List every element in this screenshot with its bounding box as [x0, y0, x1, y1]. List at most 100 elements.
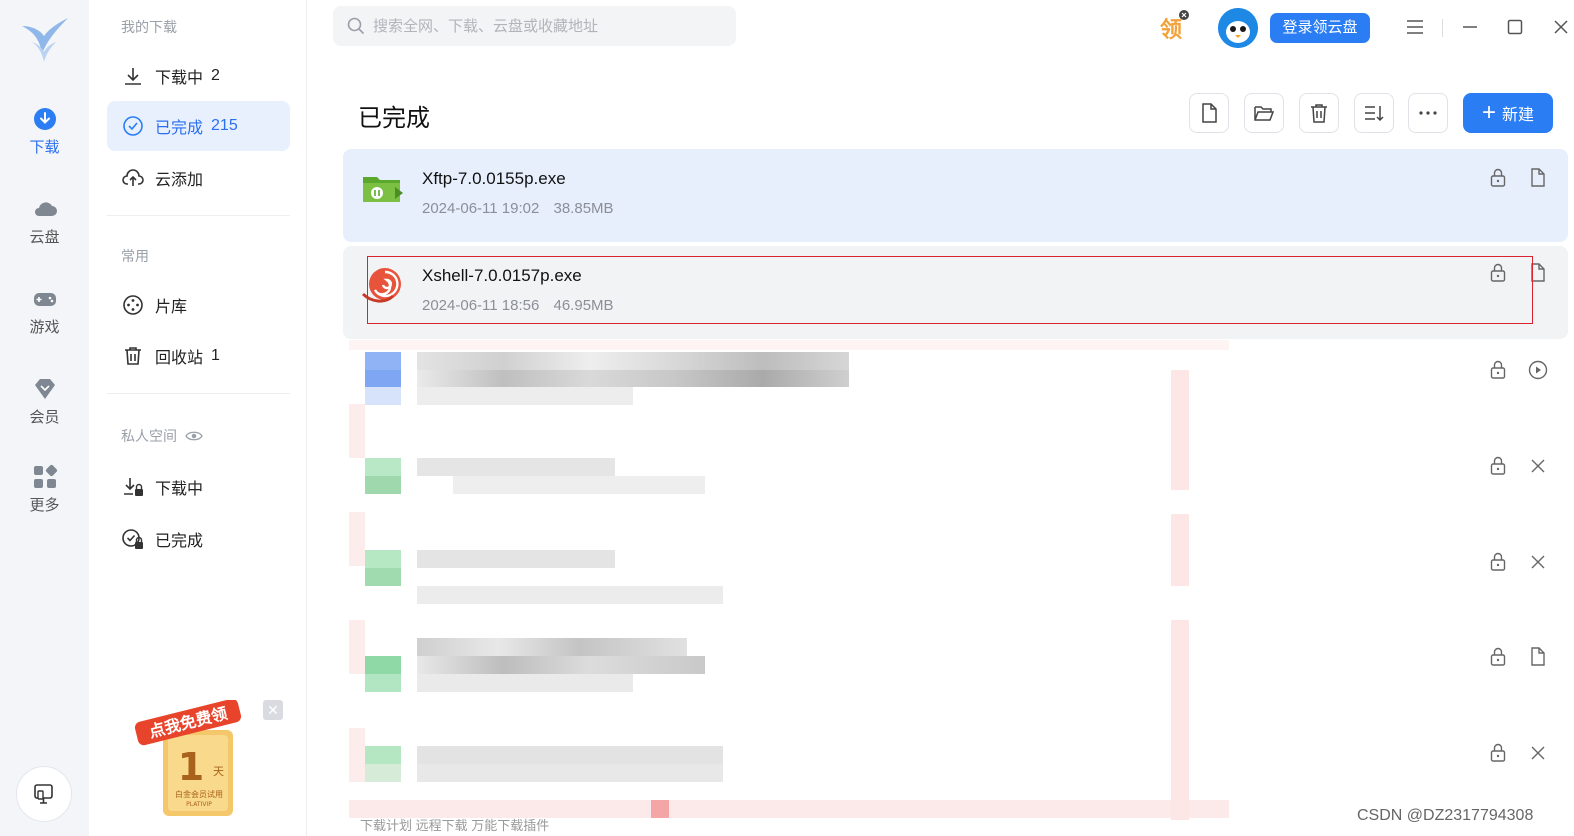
maximize-button[interactable] [1502, 14, 1528, 40]
avatar[interactable] [1218, 8, 1258, 48]
file-icon [1531, 168, 1545, 187]
sidebar-item-downloading[interactable]: 下载中 2 [107, 51, 290, 101]
delete-button[interactable] [1299, 93, 1339, 133]
gift-icon: 领 [1160, 10, 1189, 43]
sidebar-item-recycle[interactable]: 回收站 1 [107, 331, 290, 381]
divider [107, 215, 290, 216]
app-window: 下载 云盘 游戏 会员 更多 我的下载 下载中 2 已完成 215 云添加 常用… [0, 0, 1574, 836]
locked-check-icon [122, 529, 143, 549]
login-button[interactable]: 登录领云盘 [1270, 13, 1370, 43]
remove-button[interactable] [1526, 550, 1550, 574]
minimize-icon [1463, 26, 1477, 28]
promo-close-button[interactable]: ✕ [263, 700, 283, 720]
lock-button[interactable] [1486, 550, 1510, 574]
sidebar-item-label: 云添加 [155, 172, 204, 189]
lock-button[interactable] [1486, 358, 1510, 382]
lock-icon [1490, 168, 1506, 187]
close-icon [1554, 20, 1568, 34]
trash-icon [1311, 104, 1327, 123]
rail-cloud-label: 云盘 [29, 229, 60, 246]
lock-button[interactable] [1486, 454, 1510, 478]
section-private-label: 私人空间 [121, 428, 177, 444]
rail-more[interactable]: 更多 [0, 464, 89, 534]
remove-button[interactable] [1526, 741, 1550, 765]
sidebar-item-cloud-add[interactable]: 云添加 [107, 153, 290, 203]
lock-button[interactable] [1486, 741, 1510, 765]
sidebar-item-library[interactable]: 片库 [107, 280, 290, 330]
bottom-links[interactable]: 下载计划 远程下载 万能下载插件 [360, 815, 549, 834]
lock-icon [1490, 552, 1506, 571]
section-private: 私人空间 [121, 426, 203, 446]
promo-unit: 天 [213, 765, 224, 778]
close-icon [1531, 555, 1545, 569]
lock-icon [1490, 456, 1506, 475]
app-logo-icon [22, 18, 68, 62]
rail-download[interactable]: 下载 [0, 106, 89, 176]
sidebar-item-label: 下载中 [155, 70, 204, 87]
gamepad-icon [33, 293, 56, 306]
cloud-icon [34, 202, 57, 216]
bird-avatar-icon [1218, 8, 1258, 48]
file-row[interactable]: Xftp-7.0.0155p.exe 2024-06-11 19:02 38.8… [343, 149, 1568, 242]
gift-button[interactable]: 领 [1155, 10, 1189, 44]
open-folder-button[interactable] [1244, 93, 1284, 133]
section-my-downloads: 我的下载 [121, 19, 177, 35]
sidebar-item-label: 已完成 [155, 533, 204, 550]
lock-button[interactable] [1486, 166, 1510, 190]
left-rail: 下载 云盘 游戏 会员 更多 [0, 0, 89, 836]
trash-icon [125, 347, 141, 365]
sort-icon [1365, 106, 1384, 122]
play-button[interactable] [1526, 358, 1550, 382]
lock-icon [1490, 647, 1506, 666]
hamburger-icon [1407, 20, 1423, 34]
more-button[interactable] [1408, 93, 1448, 133]
sidebar-item-label: 回收站 [155, 350, 204, 367]
play-circle-icon [1528, 360, 1548, 380]
check-circle-icon [123, 116, 143, 136]
locked-download-icon [124, 478, 143, 496]
menu-button[interactable] [1402, 14, 1428, 40]
eye-icon[interactable] [185, 429, 203, 443]
device-button[interactable] [16, 766, 72, 822]
highlight-annotation-box [367, 256, 1533, 324]
close-button[interactable] [1548, 14, 1574, 40]
more-dots-icon [1419, 111, 1437, 115]
promo-sub: 白金会员试用 [175, 789, 223, 799]
rail-vip-label: 会员 [29, 409, 60, 426]
file-size: 38.85MB [553, 200, 614, 217]
cloud-upload-icon [122, 169, 144, 186]
file-icon [1531, 647, 1545, 666]
vip-promo-badge[interactable]: 点我免费领 1 天 白金会员试用 PLATIVIP [133, 700, 248, 820]
diamond-icon [34, 379, 55, 399]
open-file-button[interactable] [1189, 93, 1229, 133]
rail-games[interactable]: 游戏 [0, 286, 89, 356]
rail-games-label: 游戏 [29, 319, 60, 336]
xftp-file-icon [363, 177, 403, 202]
sidebar-item-count: 1 [211, 347, 220, 364]
rail-more-label: 更多 [29, 497, 60, 514]
sidebar-item-completed[interactable]: 已完成 215 [107, 101, 290, 151]
close-icon [1531, 746, 1545, 760]
sidebar-item-label: 片库 [155, 299, 188, 316]
sidebar-item-private-downloading[interactable]: 下载中 [107, 462, 290, 512]
new-task-label: 新建 [1502, 107, 1535, 124]
open-file-action[interactable] [1526, 645, 1550, 669]
sidebar-item-private-completed[interactable]: 已完成 [107, 514, 290, 564]
rail-vip[interactable]: 会员 [0, 376, 89, 446]
minimize-button[interactable] [1457, 14, 1483, 40]
search-input[interactable] [373, 17, 723, 35]
sort-button[interactable] [1354, 93, 1394, 133]
grid-icon [33, 464, 57, 488]
lock-button[interactable] [1486, 645, 1510, 669]
watermark: CSDN @DZ2317794308 [1357, 807, 1534, 824]
open-file-action[interactable] [1526, 166, 1550, 190]
device-icon [34, 784, 53, 804]
search-icon [347, 17, 365, 35]
search-bar[interactable] [333, 6, 736, 46]
new-task-button[interactable]: + 新建 [1463, 93, 1553, 133]
gift-label: 领 [1160, 17, 1182, 43]
sidebar-item-label: 下载中 [155, 481, 204, 498]
remove-button[interactable] [1526, 454, 1550, 478]
film-reel-icon [123, 295, 143, 315]
rail-cloud[interactable]: 云盘 [0, 196, 89, 266]
